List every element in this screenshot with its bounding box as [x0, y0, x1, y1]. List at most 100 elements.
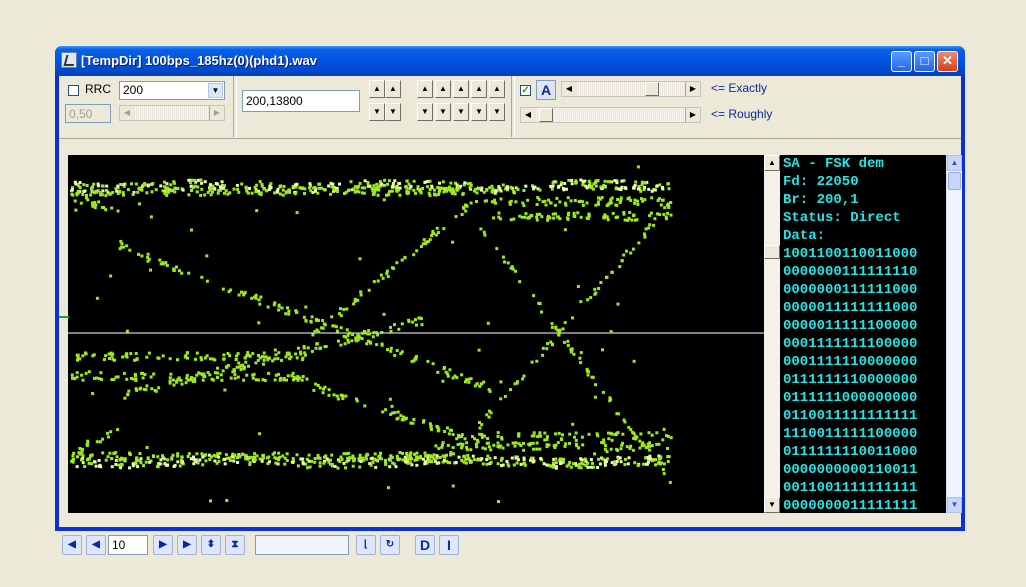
auto-checkbox[interactable]: ✓	[520, 85, 531, 96]
trace-point	[616, 302, 620, 306]
trace-point	[379, 273, 383, 277]
trace-point	[578, 199, 582, 203]
down-arrow-icon[interactable]: ▼	[369, 103, 385, 121]
trace-point	[460, 433, 464, 437]
trace-point	[481, 446, 485, 450]
trace-point	[189, 376, 193, 380]
trace-point	[211, 190, 214, 194]
down-arrow-icon[interactable]: ▼	[453, 103, 469, 121]
scroll-thumb[interactable]	[764, 245, 780, 259]
trace-point	[299, 352, 303, 356]
scroll-up-icon[interactable]: ▲	[947, 155, 962, 171]
rrc-checkbox[interactable]	[68, 85, 79, 96]
scroll-thumb[interactable]	[948, 172, 961, 190]
trace-point	[310, 349, 314, 353]
roughly-slider[interactable]: ◀ ▶	[520, 107, 701, 123]
slider-left-icon[interactable]: ◀	[521, 108, 536, 122]
trace-point	[253, 452, 257, 456]
app-icon[interactable]	[61, 52, 77, 68]
trace-point	[650, 444, 654, 448]
trace-point	[152, 454, 155, 458]
chevron-down-icon[interactable]: ▼	[208, 83, 223, 98]
trace-point	[161, 354, 165, 358]
eye-diagram-display[interactable]	[68, 155, 767, 513]
slider-left-icon[interactable]: ◀	[120, 106, 135, 120]
trace-point	[119, 239, 123, 243]
slider-left-icon[interactable]: ◀	[562, 82, 577, 96]
auto-button[interactable]: A	[536, 80, 556, 100]
d-button[interactable]: D	[415, 535, 435, 555]
trace-point	[215, 461, 219, 465]
scroll-down-icon[interactable]: ▼	[947, 497, 962, 513]
up-arrow-icon[interactable]: ▲	[453, 80, 469, 98]
slider-right-icon[interactable]: ▶	[685, 82, 700, 96]
rolloff-slider[interactable]: ◀ ▶	[119, 105, 225, 121]
trace-point	[175, 380, 179, 384]
title-bar[interactable]: [TempDir] 100bps_185hz(0)(phd1).wav _ □ …	[55, 46, 965, 76]
trace-point	[469, 377, 473, 381]
demod-output-terminal[interactable]: SA - FSK dem Fd: 22050 Br: 200,1 Status: Di…	[780, 155, 946, 513]
slider-thumb[interactable]	[645, 82, 659, 96]
trace-point	[220, 378, 224, 382]
prev-icon[interactable]: ◀	[86, 535, 106, 555]
chart-icon[interactable]: ⌊	[356, 535, 376, 555]
step-field[interactable]: 10	[108, 535, 148, 555]
trace-point	[587, 370, 590, 374]
slider-track[interactable]	[576, 82, 686, 96]
trace-point	[206, 190, 210, 194]
trace-point	[589, 458, 593, 462]
collapse-icon[interactable]: ⧗	[225, 535, 245, 555]
up-arrow-icon[interactable]: ▲	[417, 80, 433, 98]
trace-point	[389, 329, 393, 333]
trace-point	[480, 433, 484, 436]
trace-point	[618, 201, 622, 204]
trace-point	[114, 463, 118, 466]
trace-point	[430, 184, 434, 188]
up-arrow-icon[interactable]: ▲	[489, 80, 505, 98]
scroll-up-icon[interactable]: ▲	[764, 155, 780, 171]
slider-track[interactable]	[535, 108, 686, 122]
up-arrow-icon[interactable]: ▲	[385, 80, 401, 98]
i-button[interactable]: I	[439, 535, 459, 555]
close-button[interactable]: ✕	[937, 51, 958, 72]
trace-point	[558, 328, 562, 332]
rolloff-field[interactable]: 0,50	[65, 104, 111, 123]
trace-point	[386, 486, 390, 490]
down-arrow-icon[interactable]: ▼	[385, 103, 401, 121]
next-icon[interactable]: ▶	[153, 535, 173, 555]
trace-point	[90, 462, 94, 466]
slider-right-icon[interactable]: ▶	[685, 108, 700, 122]
trace-point	[549, 340, 553, 344]
trace-point	[318, 386, 322, 390]
trace-point	[550, 325, 554, 329]
slider-right-icon[interactable]: ▶	[209, 106, 224, 120]
up-arrow-icon[interactable]: ▲	[435, 80, 451, 98]
up-down-icon[interactable]: ⬍	[201, 535, 221, 555]
trace-point	[137, 252, 141, 256]
down-arrow-icon[interactable]: ▼	[435, 103, 451, 121]
slider-track[interactable]	[134, 106, 210, 120]
refresh-icon[interactable]: ↻	[380, 535, 400, 555]
minimize-button[interactable]: _	[891, 51, 912, 72]
trace-point	[405, 454, 409, 458]
exactly-slider[interactable]: ◀ ▶	[561, 81, 701, 97]
frequency-field[interactable]: 200,13800	[242, 90, 360, 112]
info-field[interactable]	[255, 535, 349, 555]
down-arrow-icon[interactable]: ▼	[471, 103, 487, 121]
terminal-scrollbar[interactable]: ▲ ▼	[946, 155, 962, 513]
trace-point	[271, 452, 275, 456]
maximize-button[interactable]: □	[914, 51, 935, 72]
next-fast-icon[interactable]: ▶	[177, 535, 197, 555]
trace-point	[221, 287, 225, 291]
trace-point	[435, 425, 439, 428]
slider-thumb[interactable]	[539, 108, 553, 122]
rrc-combo[interactable]: 200 ▼	[119, 81, 225, 100]
up-arrow-icon[interactable]: ▲	[471, 80, 487, 98]
scope-scrollbar[interactable]: ▲ ▼	[764, 155, 780, 513]
down-arrow-icon[interactable]: ▼	[417, 103, 433, 121]
trace-point	[468, 185, 472, 189]
prev-fast-icon[interactable]: ◀	[62, 535, 82, 555]
scroll-down-icon[interactable]: ▼	[764, 497, 780, 513]
down-arrow-icon[interactable]: ▼	[489, 103, 505, 121]
up-arrow-icon[interactable]: ▲	[369, 80, 385, 98]
